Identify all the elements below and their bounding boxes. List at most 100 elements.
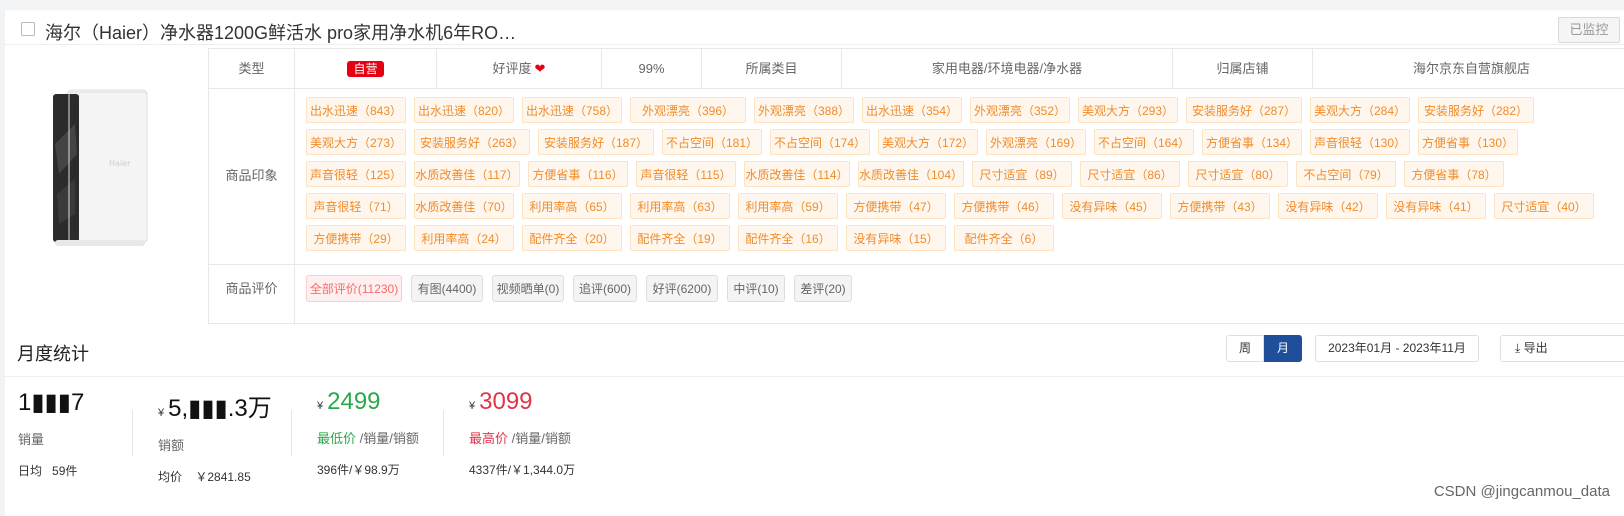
sales-label: 销量 — [18, 432, 45, 447]
impression-tag[interactable]: 外观漂亮（396） — [630, 97, 746, 123]
impression-tag[interactable]: 出水迅速（758） — [522, 97, 622, 123]
review-filter-tab[interactable]: 好评(6200) — [646, 275, 718, 302]
impression-tag[interactable]: 出水迅速（354） — [862, 97, 962, 123]
product-title[interactable]: 海尔（Haier）净水器1200G鲜活水 pro家用净水机6年RO… — [45, 19, 516, 45]
impression-tag[interactable]: 不占空间（174） — [770, 129, 870, 155]
impression-tag[interactable]: 美观大方（172） — [878, 129, 978, 155]
month-toggle[interactable]: 月 — [1264, 335, 1302, 362]
impression-tag[interactable]: 配件齐全（16） — [738, 225, 838, 251]
daily-label: 日均 — [18, 464, 43, 478]
avg-label: 均价 — [158, 470, 183, 484]
shop-value[interactable]: 海尔京东自营旗舰店 — [1313, 49, 1624, 88]
impression-tag[interactable]: 利用率高（63） — [630, 193, 730, 219]
review-filter-tab[interactable]: 有图(4400) — [411, 275, 483, 302]
impression-tag[interactable]: 方便省事（130） — [1418, 129, 1518, 155]
impression-tag[interactable]: 没有异味（41） — [1386, 193, 1486, 219]
amount-value: 5,▮▮▮.3万 — [168, 395, 272, 422]
impression-tag[interactable]: 安装服务好（263） — [414, 129, 530, 155]
impression-tag[interactable]: 安装服务好（282） — [1418, 97, 1534, 123]
impression-tag[interactable]: 没有异味（45） — [1062, 193, 1162, 219]
sales-value: 1▮▮▮7 — [18, 389, 85, 416]
low-price-caption: 最低价 /销量/销额 — [317, 428, 419, 447]
high-price-detail: 4337件/￥1,344.0万 — [469, 463, 576, 477]
impression-tag[interactable]: 配件齐全（19） — [630, 225, 730, 251]
avg-price: 均价 ￥2841.85 — [158, 468, 272, 485]
review-filter-tab[interactable]: 追评(600) — [573, 275, 637, 302]
impression-tag[interactable]: 配件齐全（6） — [954, 225, 1054, 251]
impression-tag[interactable]: 方便携带（46） — [954, 193, 1054, 219]
impression-tag[interactable]: 出水迅速（843） — [306, 97, 406, 123]
monitored-button[interactable]: 已监控 — [1558, 17, 1620, 43]
review-filter-tab[interactable]: 中评(10) — [727, 275, 785, 302]
sales-stat: 1▮▮▮7 销量 日均 59件 — [18, 388, 84, 479]
impression-tag[interactable]: 不占空间（164） — [1094, 129, 1194, 155]
impression-tag[interactable]: 尺寸适宜（89） — [972, 161, 1072, 187]
impression-tag[interactable]: 声音很轻（71） — [306, 193, 406, 219]
impression-tag[interactable]: 方便携带（43） — [1170, 193, 1270, 219]
stat-divider — [132, 410, 133, 456]
high-price-value: 3099 — [479, 388, 533, 415]
impression-tag[interactable]: 没有异味（15） — [846, 225, 946, 251]
rating-value: 99% — [602, 49, 702, 88]
impression-tag[interactable]: 水质改善佳（117） — [414, 161, 520, 187]
impression-tag[interactable]: 利用率高（59） — [738, 193, 838, 219]
impression-tag[interactable]: 配件齐全（20） — [522, 225, 622, 251]
category-value[interactable]: 家用电器/环境电器/净水器 — [842, 49, 1173, 88]
review-filter-tab[interactable]: 视频晒单(0) — [492, 275, 564, 302]
impression-tag[interactable]: 方便省事（78） — [1404, 161, 1504, 187]
impression-tag[interactable]: 不占空间（181） — [662, 129, 762, 155]
low-price-value: 2499 — [327, 388, 381, 415]
export-button[interactable]: ⤓ 导出 — [1500, 335, 1624, 362]
impression-tag[interactable]: 出水迅速（820） — [414, 97, 514, 123]
impression-tag[interactable]: 外观漂亮（169） — [986, 129, 1086, 155]
impression-tag[interactable]: 声音很轻（115） — [636, 161, 736, 187]
impression-tag[interactable]: 没有异味（42） — [1278, 193, 1378, 219]
self-operated-badge: 自营 — [347, 61, 384, 77]
impression-tag[interactable]: 尺寸适宜（40） — [1494, 193, 1594, 219]
low-price-label: 最低价 — [317, 431, 357, 446]
impression-tag[interactable]: 利用率高（24） — [414, 225, 514, 251]
impression-tag[interactable]: 安装服务好（287） — [1186, 97, 1302, 123]
impression-tag[interactable]: 尺寸适宜（80） — [1188, 161, 1288, 187]
daily-value: 59件 — [52, 464, 78, 478]
review-filter-tab[interactable]: 差评(20) — [794, 275, 852, 302]
impression-tag[interactable]: 方便携带（29） — [306, 225, 406, 251]
amount-label: 销额 — [158, 438, 185, 453]
impression-tag[interactable]: 声音很轻（130） — [1310, 129, 1410, 155]
impression-tag[interactable]: 不占空间（79） — [1296, 161, 1396, 187]
date-range-picker[interactable]: 2023年01月 - 2023年11月 — [1315, 335, 1479, 362]
impression-tag[interactable]: 美观大方（293） — [1078, 97, 1178, 123]
reviews-label: 商品评价 — [209, 265, 295, 325]
high-price-caption: 最高价 /销量/销额 — [469, 428, 575, 447]
impression-tag[interactable]: 水质改善佳（114） — [744, 161, 850, 187]
high-price-stat: ¥3099 最高价 /销量/销额 4337件/￥1,344.0万 — [469, 388, 575, 478]
amount-stat: ¥5,▮▮▮.3万 销额 均价 ￥2841.85 — [158, 388, 272, 485]
impression-tag[interactable]: 美观大方（284） — [1310, 97, 1410, 123]
type-label: 类型 — [209, 49, 295, 88]
impression-tag[interactable]: 方便省事（116） — [528, 161, 628, 187]
stat-divider — [291, 410, 292, 456]
type-cell: 自营 — [295, 49, 437, 88]
currency-symbol: ¥ — [158, 407, 165, 419]
impression-tag[interactable]: 外观漂亮（388） — [754, 97, 854, 123]
impression-tag[interactable]: 水质改善佳（104） — [858, 161, 964, 187]
impression-tag[interactable]: 安装服务好（187） — [538, 129, 654, 155]
low-price-stat: ¥2499 最低价 /销量/销额 396件/￥98.9万 — [317, 388, 419, 478]
impression-tag[interactable]: 声音很轻（125） — [306, 161, 406, 187]
impression-tag[interactable]: 尺寸适宜（86） — [1080, 161, 1180, 187]
impression-tag[interactable]: 外观漂亮（352） — [970, 97, 1070, 123]
title-bar: 海尔（Haier）净水器1200G鲜活水 pro家用净水机6年RO… 已监控 — [5, 14, 1624, 45]
impression-tag[interactable]: 美观大方（273） — [306, 129, 406, 155]
impression-tag[interactable]: 方便携带（47） — [846, 193, 946, 219]
impression-tag[interactable]: 方便省事（134） — [1202, 129, 1302, 155]
select-checkbox[interactable] — [21, 22, 35, 36]
attribute-table: 类型 自营 好评度 ❤ 99% 所属类目 家用电器/环境电器/净水器 归属店铺 海… — [208, 48, 1624, 325]
impression-tag[interactable]: 利用率高（65） — [522, 193, 622, 219]
impression-tag[interactable]: 水质改善佳（70） — [414, 193, 514, 219]
low-price-detail: 396件/￥98.9万 — [317, 463, 400, 477]
stat-divider — [443, 410, 444, 456]
high-price-label: 最高价 — [469, 431, 509, 446]
week-toggle[interactable]: 周 — [1226, 335, 1264, 362]
high-price-row: ¥3099 — [469, 388, 575, 416]
review-filter-tab[interactable]: 全部评价(11230) — [306, 275, 402, 302]
